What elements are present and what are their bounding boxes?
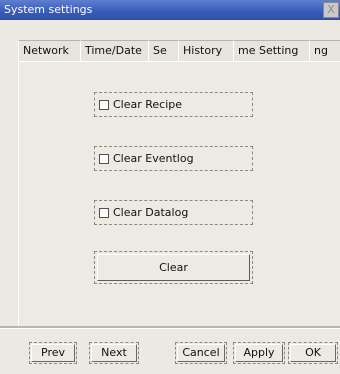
- clear-button-label: Clear: [97, 254, 250, 281]
- clear-button[interactable]: Clear: [94, 251, 253, 284]
- tab-label: me Setting: [238, 44, 299, 57]
- clear-datalog-label: Clear Datalog: [113, 206, 189, 219]
- clear-eventlog-checkbox[interactable]: [99, 154, 109, 164]
- system-settings-window: System settings X Network Time/Date Se H…: [0, 0, 340, 374]
- tab-label: Time/Date: [85, 44, 142, 57]
- cancel-button[interactable]: Cancel: [175, 342, 227, 364]
- tab-label: Network: [23, 44, 69, 57]
- footer-divider: [0, 326, 340, 329]
- next-button-label: Next: [91, 344, 137, 362]
- title-bar[interactable]: System settings X: [0, 0, 340, 20]
- tab-label: ng: [314, 44, 328, 57]
- prev-button-label: Prev: [31, 344, 75, 362]
- clear-recipe-checkbox[interactable]: [99, 100, 109, 110]
- cancel-button-label: Cancel: [177, 344, 225, 362]
- tab-history[interactable]: History: [178, 40, 233, 61]
- clear-eventlog-option[interactable]: Clear Eventlog: [94, 146, 253, 171]
- tab-time-setting[interactable]: me Setting: [233, 40, 309, 61]
- tab-se[interactable]: Se: [148, 40, 178, 61]
- tab-label: History: [183, 44, 223, 57]
- clear-datalog-option[interactable]: Clear Datalog: [94, 200, 253, 225]
- next-button[interactable]: Next: [89, 342, 139, 364]
- ok-button-label: OK: [290, 344, 336, 362]
- tab-label: Se: [153, 44, 167, 57]
- tab-network[interactable]: Network: [18, 40, 80, 61]
- clear-datalog-checkbox[interactable]: [99, 208, 109, 218]
- close-icon[interactable]: X: [323, 2, 339, 18]
- tab-overflow[interactable]: ng: [309, 40, 340, 61]
- apply-button[interactable]: Apply: [233, 342, 285, 364]
- ok-button[interactable]: OK: [288, 342, 338, 364]
- apply-button-label: Apply: [235, 344, 283, 362]
- clear-eventlog-label: Clear Eventlog: [113, 152, 194, 165]
- tab-strip: Network Time/Date Se History me Setting …: [18, 40, 340, 62]
- window-title: System settings: [4, 3, 93, 16]
- clear-recipe-label: Clear Recipe: [113, 98, 183, 111]
- prev-button[interactable]: Prev: [29, 342, 77, 364]
- tab-time-date[interactable]: Time/Date: [80, 40, 148, 61]
- clear-recipe-option[interactable]: Clear Recipe: [94, 92, 253, 117]
